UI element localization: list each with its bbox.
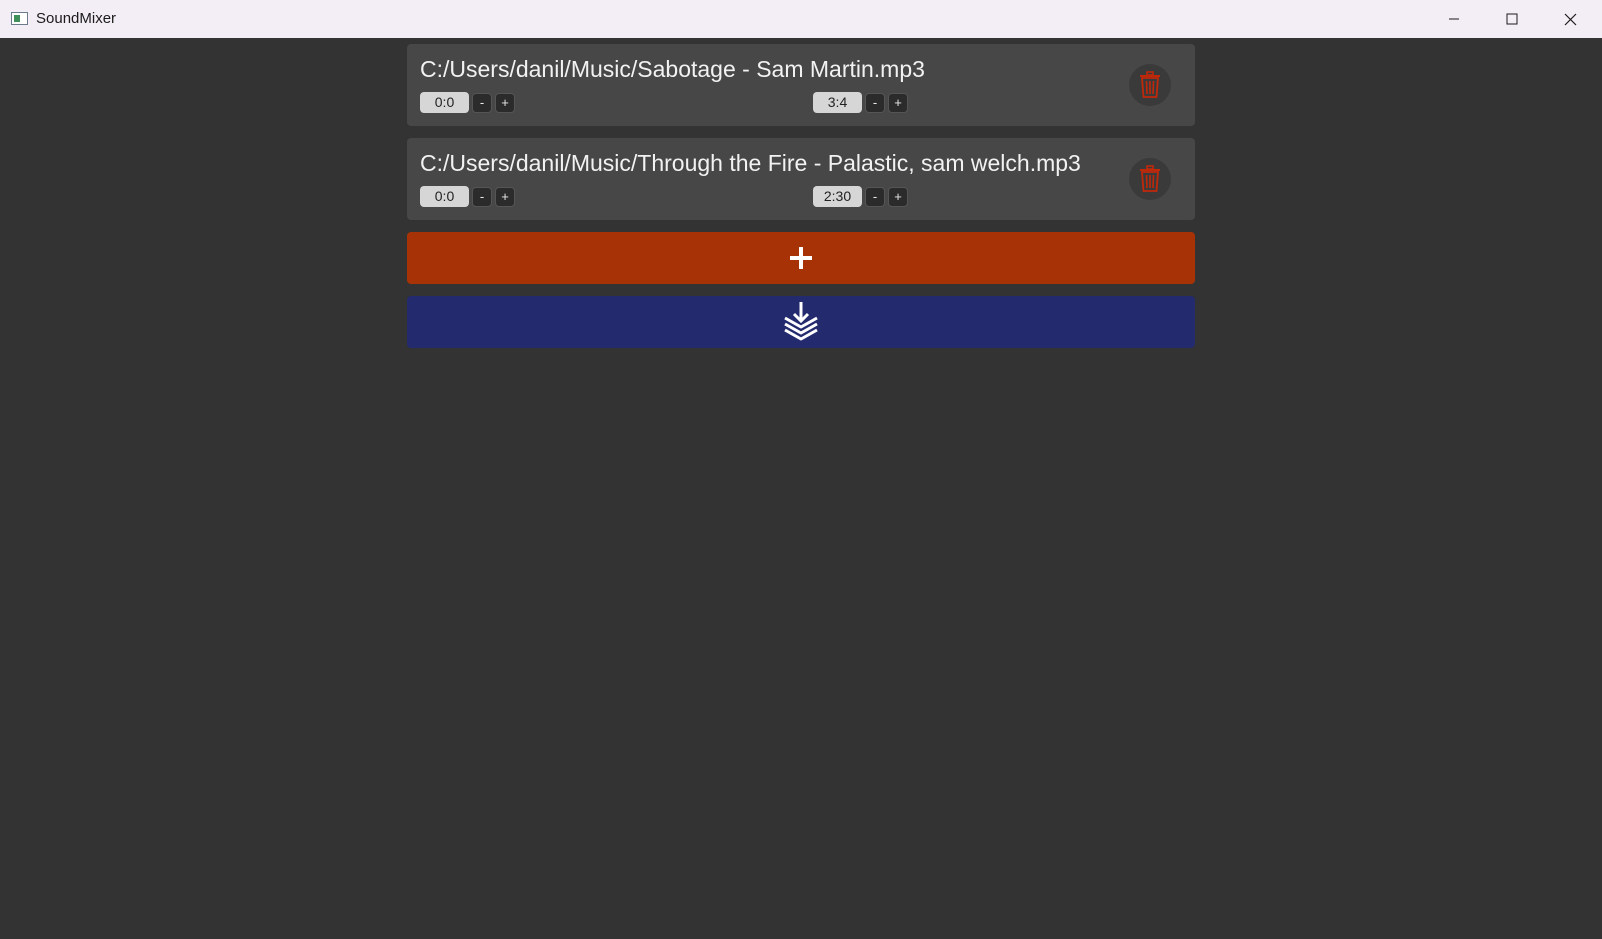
track-file-path: C:/Users/danil/Music/Through the Fire - … [420, 150, 1081, 176]
end-decrement-button[interactable]: - [865, 187, 885, 207]
trash-icon [1140, 71, 1160, 98]
soundmixer-window: SoundMixer C:/Users/danil/Music/Sabotage… [0, 0, 1602, 939]
end-time-field[interactable]: 2:30 [813, 186, 862, 207]
start-increment-button[interactable]: + [495, 93, 515, 113]
track-file-path: C:/Users/danil/Music/Sabotage - Sam Mart… [420, 56, 925, 82]
delete-track-button[interactable] [1129, 64, 1171, 106]
download-layers-icon [784, 302, 818, 341]
trash-icon [1140, 165, 1160, 192]
start-decrement-button[interactable]: - [472, 187, 492, 207]
start-increment-button[interactable]: + [495, 187, 515, 207]
title-bar[interactable]: SoundMixer [0, 0, 1602, 38]
start-decrement-button[interactable]: - [472, 93, 492, 113]
end-time-field[interactable]: 3:4 [813, 92, 862, 113]
export-mix-button[interactable] [407, 296, 1195, 348]
maximize-button[interactable] [1483, 0, 1541, 38]
window-title: SoundMixer [36, 10, 117, 27]
close-button[interactable] [1541, 0, 1599, 38]
end-increment-button[interactable]: + [888, 93, 908, 113]
minimize-icon [1449, 18, 1459, 20]
app-icon [11, 12, 28, 25]
start-time-field[interactable]: 0:0 [420, 92, 469, 113]
add-track-button[interactable] [407, 232, 1195, 284]
track-card: C:/Users/danil/Music/Through the Fire - … [407, 138, 1195, 220]
plus-icon [790, 247, 812, 269]
minimize-button[interactable] [1425, 0, 1483, 38]
end-increment-button[interactable]: + [888, 187, 908, 207]
start-time-field[interactable]: 0:0 [420, 186, 469, 207]
maximize-icon [1506, 13, 1518, 25]
close-icon [1564, 13, 1576, 25]
delete-track-button[interactable] [1129, 158, 1171, 200]
end-decrement-button[interactable]: - [865, 93, 885, 113]
track-card: C:/Users/danil/Music/Sabotage - Sam Mart… [407, 44, 1195, 126]
